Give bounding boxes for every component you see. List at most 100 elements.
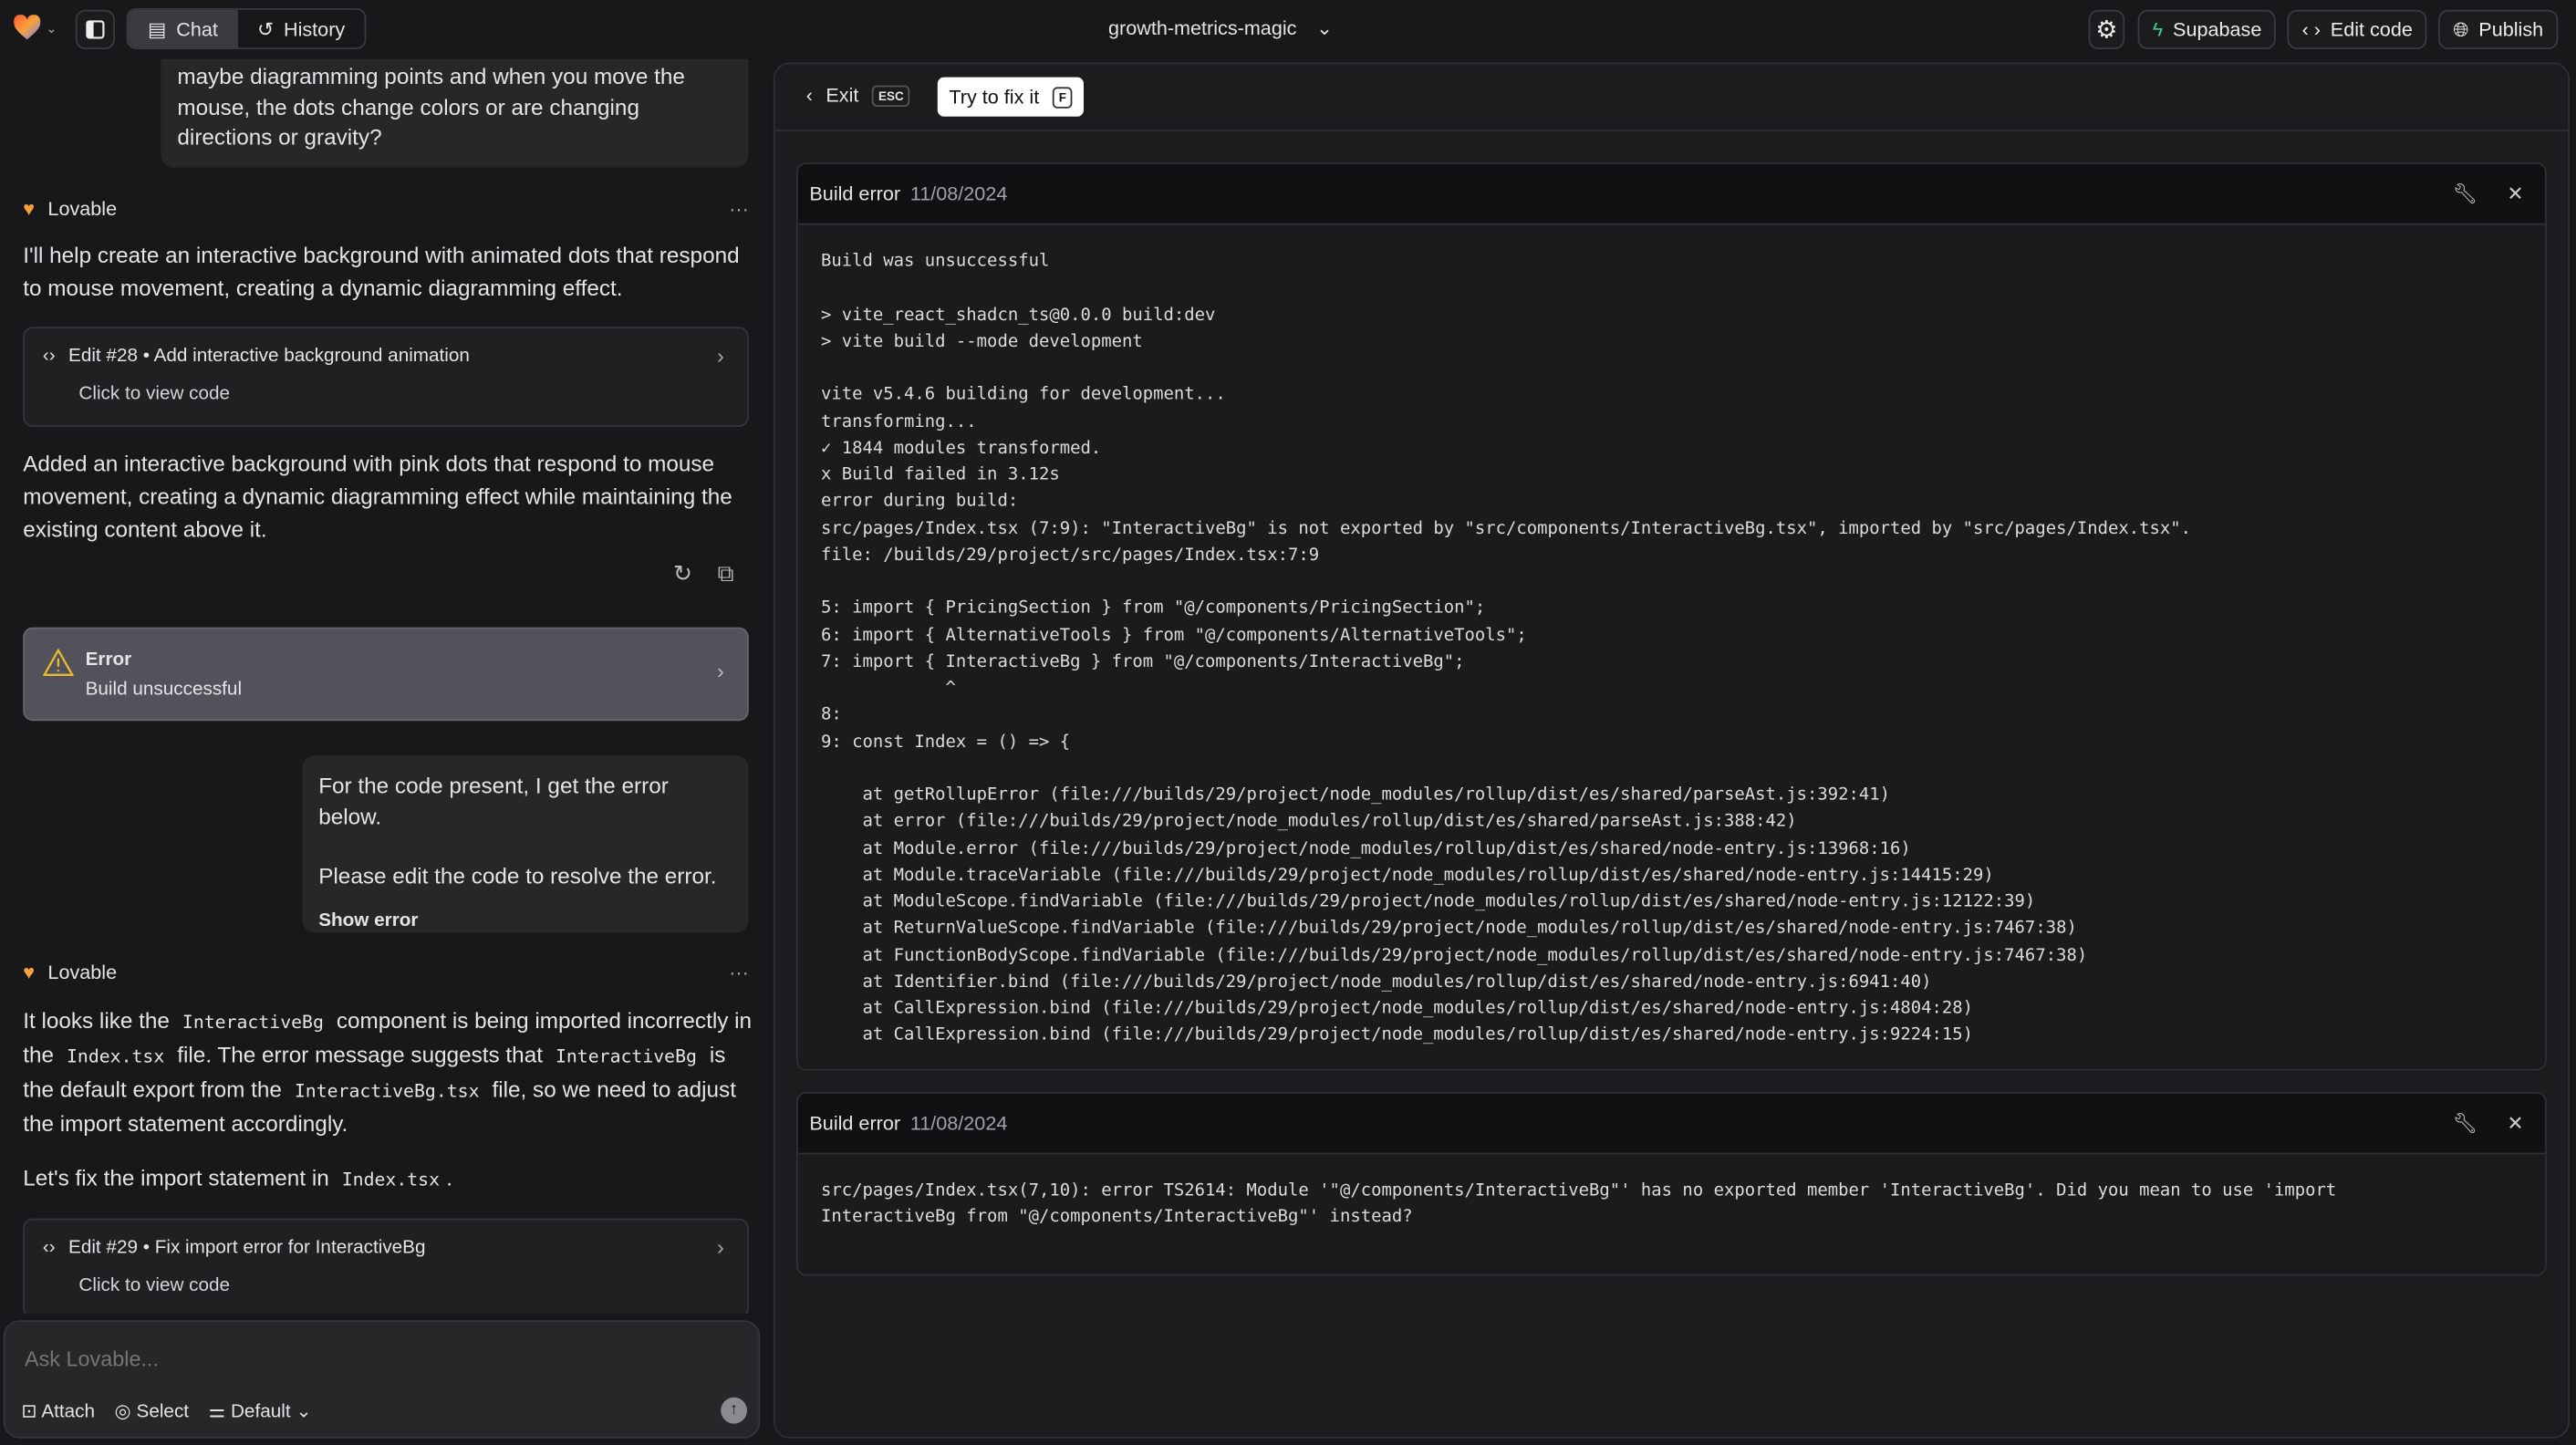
globe-icon: 🌐︎ xyxy=(2453,16,2469,41)
wrench-icon[interactable]: 🔧︎ xyxy=(2453,182,2477,205)
supabase-bolt-icon: ϟ xyxy=(2152,17,2164,41)
assistant-message: It looks like the InteractiveBg componen… xyxy=(23,1008,753,1137)
exit-button[interactable]: ‹ Exit ESC xyxy=(806,84,910,107)
log-line: at ReturnValueScope.findVariable (file:/… xyxy=(821,918,2077,939)
chevron-left-icon: ‹ xyxy=(805,83,813,107)
assistant-message: I'll help create an interactive backgrou… xyxy=(23,243,740,301)
assistant-header: ♥ Lovable ··· xyxy=(23,197,749,221)
show-error-link[interactable]: Show error xyxy=(318,906,732,936)
code-icon: ‹ › xyxy=(2301,17,2321,41)
settings-button[interactable]: ⚙ xyxy=(2088,9,2125,49)
sidebar-icon xyxy=(86,20,105,39)
chevron-right-icon: › xyxy=(716,658,724,683)
log-line: at ModuleScope.findVariable (file:///bui… xyxy=(821,891,2036,911)
edit-code-button[interactable]: ‹ › Edit code xyxy=(2287,9,2428,49)
app: ⌄ ▤ Chat ↺ History growth-metrics-magic ⌄ ⚙… xyxy=(0,0,2576,1445)
chat-icon: ▤ xyxy=(148,16,167,41)
assistant-message: Added an interactive background with pin… xyxy=(23,452,732,542)
edit-card-28[interactable]: ‹› Edit #28 • Add interactive background … xyxy=(23,327,749,427)
lovable-heart-icon: ♥ xyxy=(23,961,36,984)
select-button[interactable]: ◎ Select xyxy=(115,1399,189,1422)
lovable-heart-icon xyxy=(14,15,41,40)
log-line: > vite build --mode development xyxy=(821,331,1143,351)
wrench-icon[interactable]: 🔧︎ xyxy=(2453,1112,2477,1135)
warning-icon xyxy=(42,649,74,676)
log-line: src/pages/Index.tsx (7:9): "InteractiveB… xyxy=(821,517,2192,538)
error-view: ‹ Exit ESC Try to fix it F Build error 11/08… xyxy=(773,62,2570,1439)
mode-dropdown[interactable]: ⚌ Default ⌄ xyxy=(209,1399,312,1422)
build-error-panel: Build error 11/08/2024 🔧︎ ✕ src/pages/Inde… xyxy=(796,1092,2547,1276)
assistant-message: Let's fix the import statement in Index.… xyxy=(23,1166,453,1190)
send-button[interactable]: ↑ xyxy=(721,1397,747,1424)
target-icon: ◎ xyxy=(114,1402,131,1422)
log-line: at Identifier.bind (file:///builds/29/pr… xyxy=(821,972,1932,992)
chat-thread[interactable]: maybe diagramming points and when you mo… xyxy=(0,58,772,1314)
log-line: > vite_react_shadcn_ts@0.0.0 build:dev xyxy=(821,304,1216,325)
chevron-down-icon: ⌄ xyxy=(46,20,57,36)
history-icon: ↺ xyxy=(257,16,275,41)
tab-chat[interactable]: ▤ Chat xyxy=(128,9,238,48)
log-line: at getRollupError (file:///builds/29/pro… xyxy=(821,785,1891,805)
chevron-down-icon: ⌄ xyxy=(1316,16,1334,40)
image-plus-icon: ⊡ xyxy=(21,1402,37,1422)
top-bar: ⌄ ▤ Chat ↺ History growth-metrics-magic ⌄ ⚙… xyxy=(0,0,2576,59)
log-line: 6: import { AlternativeTools } from "@/c… xyxy=(821,624,1527,645)
close-icon[interactable]: ✕ xyxy=(2507,1112,2523,1135)
open-external-icon[interactable]: ⧉ xyxy=(718,560,734,588)
sidebar-toggle-button[interactable] xyxy=(75,9,115,49)
log-line: vite v5.4.6 building for development... xyxy=(821,384,1226,405)
publish-button[interactable]: 🌐︎ Publish xyxy=(2438,9,2559,49)
tab-history[interactable]: ↺ History xyxy=(237,10,364,47)
log-line: at FunctionBodyScope.findVariable (file:… xyxy=(821,944,2088,965)
sliders-icon: ⚌ xyxy=(208,1402,226,1422)
log-line: file: /builds/29/project/src/pages/Index… xyxy=(821,545,1320,565)
build-error-panel: Build error 11/08/2024 🔧︎ ✕ Build was unsu… xyxy=(796,162,2547,1071)
log-line: error during build: xyxy=(821,491,1019,512)
error-log: src/pages/Index.tsx(7,10): error TS2614:… xyxy=(798,1154,2545,1253)
composer: ⊡ Attach ◎ Select ⚌ Default ⌄ ↑ xyxy=(3,1320,761,1439)
chat-input[interactable] xyxy=(25,1338,714,1378)
more-options-icon[interactable]: ··· xyxy=(729,197,749,220)
more-options-icon[interactable]: ··· xyxy=(729,961,749,983)
chevron-right-icon: › xyxy=(716,1234,724,1260)
log-line: 5: import { PricingSection } from "@/com… xyxy=(821,598,1486,619)
try-to-fix-button[interactable]: Try to fix it F xyxy=(937,77,1085,117)
chevron-right-icon: › xyxy=(716,343,724,369)
close-icon[interactable]: ✕ xyxy=(2507,182,2523,205)
log-line: at Module.traceVariable (file:///builds/… xyxy=(821,865,1994,885)
log-line: src/pages/Index.tsx(7,10): error TS2614:… xyxy=(821,1180,2337,1201)
error-toolbar: ‹ Exit ESC Try to fix it F xyxy=(774,64,2569,131)
log-line: at error (file:///builds/29/project/node… xyxy=(821,811,1797,832)
lovable-heart-icon: ♥ xyxy=(23,197,36,221)
project-switcher[interactable]: growth-metrics-magic ⌄ xyxy=(1108,16,1333,39)
arrow-up-icon: ↑ xyxy=(730,1400,739,1419)
chevron-down-icon: ⌄ xyxy=(296,1402,312,1422)
logo-menu[interactable]: ⌄ xyxy=(13,15,57,41)
log-line: at CallExpression.bind (file:///builds/2… xyxy=(821,1024,1974,1045)
edit-card-29[interactable]: ‹› Edit #29 • Fix import error for Intera… xyxy=(23,1218,749,1314)
log-line: at CallExpression.bind (file:///builds/2… xyxy=(821,998,1974,1018)
log-line: 8: xyxy=(821,704,842,725)
log-line: x Build failed in 3.12s xyxy=(821,464,1060,484)
code-icon: ‹› xyxy=(42,1238,56,1258)
gear-icon: ⚙ xyxy=(2095,16,2118,45)
log-line: transforming... xyxy=(821,411,977,431)
error-log: Build was unsuccessful > vite_react_shadc… xyxy=(798,225,2545,1069)
code-icon: ‹› xyxy=(42,346,56,367)
log-line: InteractiveBg from "@/components/Interac… xyxy=(821,1207,1413,1228)
restore-icon[interactable]: ↻ xyxy=(673,560,692,588)
attach-button[interactable]: ⊡ Attach xyxy=(21,1399,95,1422)
log-line: Build was unsuccessful xyxy=(821,251,1050,271)
log-line: 9: const Index = () => { xyxy=(821,731,1071,752)
supabase-button[interactable]: ϟ Supabase xyxy=(2137,9,2277,49)
log-line: ✓ 1844 modules transformed. xyxy=(821,438,1102,458)
view-tabs: ▤ Chat ↺ History xyxy=(126,8,367,49)
assistant-header: ♥ Lovable ··· xyxy=(23,961,749,984)
log-line: ^ xyxy=(821,678,956,698)
error-card[interactable]: Error Build unsuccessful › xyxy=(23,627,749,722)
user-message: For the code present, I get the error be… xyxy=(302,755,749,933)
